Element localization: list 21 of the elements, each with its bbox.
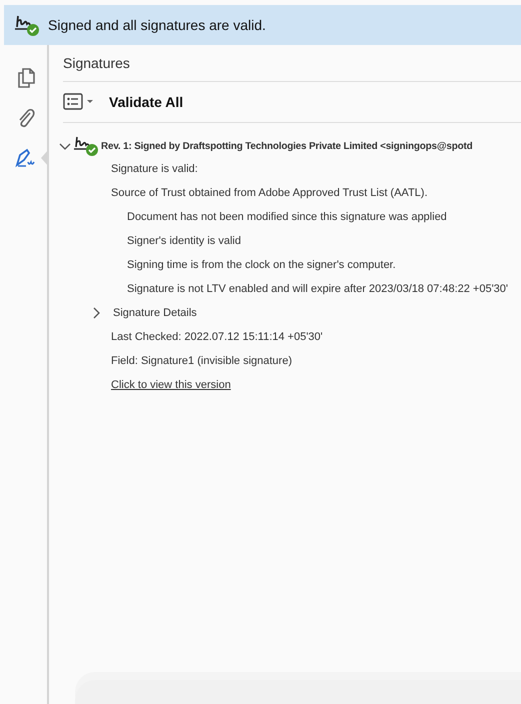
field-text: Field: Signature1 (invisible signature) xyxy=(110,354,293,369)
status-text: Signing time is from the clock on the signer's computer. xyxy=(126,258,397,273)
pen-signature-icon[interactable] xyxy=(14,147,38,169)
banner-text: Signed and all signatures are valid. xyxy=(48,17,266,33)
status-text: Source of Trust obtained from Adobe Approved Trust List (AATL). xyxy=(110,186,429,201)
status-text: Document has not been modified since this signature was applied xyxy=(126,210,448,225)
signature-valid-icon xyxy=(73,135,99,157)
chevron-icon[interactable] xyxy=(91,307,101,319)
status-text: Signature is valid: xyxy=(110,162,199,177)
validate-all-button[interactable]: Validate All xyxy=(109,94,184,110)
status-text: Signer's identity is valid xyxy=(126,234,242,249)
revision-title[interactable]: Rev. 1: Signed by Draftspotting Technologies Private Limited <signingops@spotd xyxy=(101,140,472,152)
signature-details-label[interactable]: Signature Details xyxy=(113,307,197,319)
list-menu-icon[interactable] xyxy=(63,93,95,111)
signature-valid-icon xyxy=(14,13,40,37)
panel-title: Signatures xyxy=(63,45,521,82)
pages-icon[interactable] xyxy=(16,67,36,89)
view-version-link[interactable]: Click to view this version xyxy=(111,379,231,391)
status-text: Signature is not LTV enabled and will expire after 2023/03/18 07:48:22 +05'30' xyxy=(126,282,510,297)
last-checked-text: Last Checked: 2022.07.12 15:11:14 +05'30' xyxy=(110,330,324,345)
chevron-icon[interactable] xyxy=(59,141,71,151)
